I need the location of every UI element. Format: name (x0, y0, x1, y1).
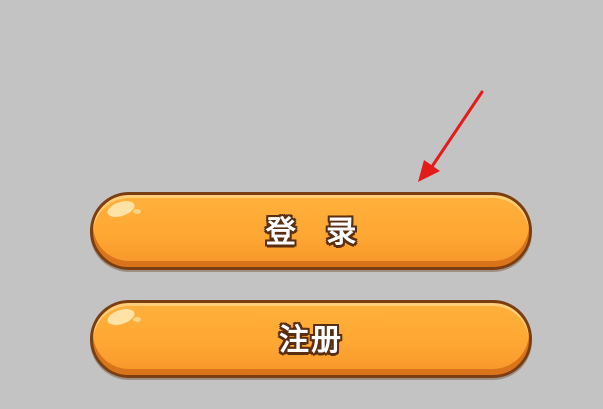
button-shine (105, 306, 137, 328)
login-button[interactable]: 登 录 (90, 192, 532, 270)
register-button[interactable]: 注册 (90, 300, 532, 378)
login-button-label: 登 录 (265, 215, 367, 250)
button-shine (105, 198, 137, 220)
button-shine-dot (133, 209, 141, 214)
button-shine-dot (133, 317, 141, 322)
register-button-label: 注册 (279, 323, 343, 358)
